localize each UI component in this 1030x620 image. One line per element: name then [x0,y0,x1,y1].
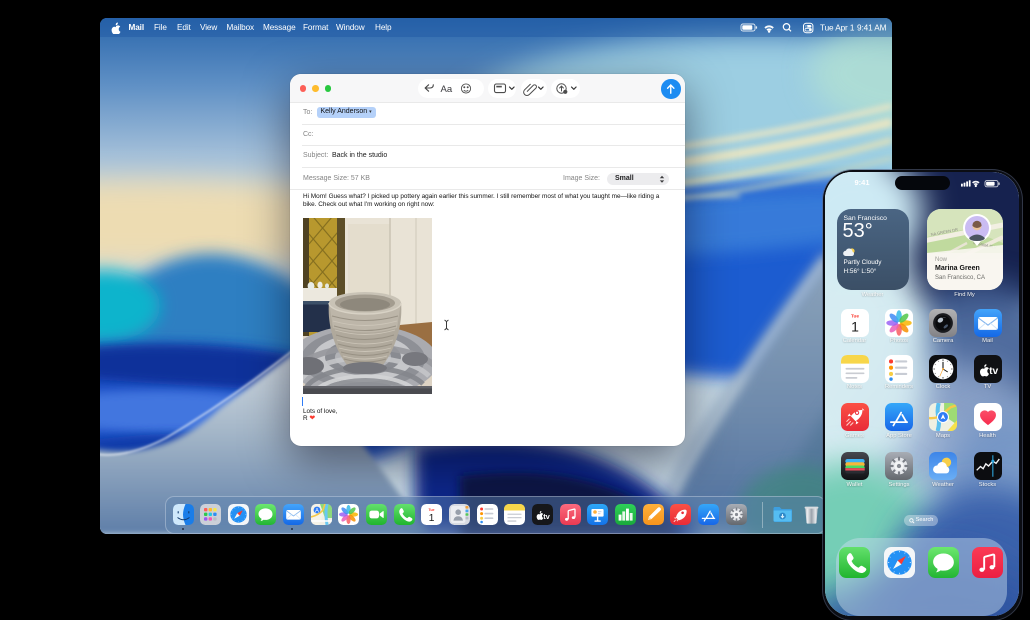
svg-text:A: A [315,508,319,514]
svg-text:tv: tv [543,512,550,521]
svg-text:Marina Green: Marina Green [935,265,980,272]
svg-text:San Francisco, CA: San Francisco, CA [935,275,985,281]
svg-text:1: 1 [429,512,435,524]
svg-text:Tue Apr 1: Tue Apr 1 [820,24,855,33]
svg-text:Aa: Aa [441,84,453,95]
svg-text:1: 1 [851,318,859,334]
svg-text:tv: tv [989,366,998,377]
svg-text:9:41 AM: 9:41 AM [857,24,887,33]
svg-text:Now: Now [935,257,948,263]
